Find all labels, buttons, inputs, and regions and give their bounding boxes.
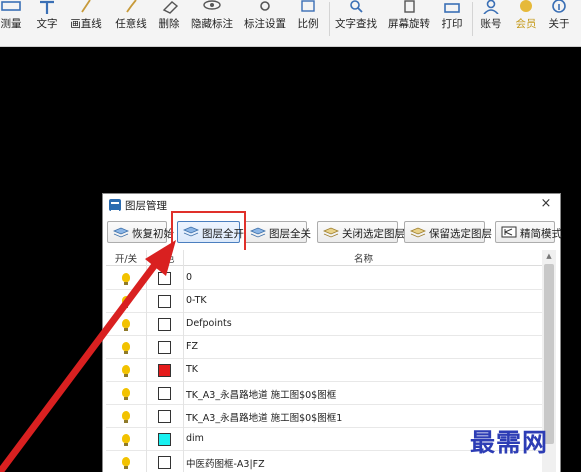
print-button[interactable]: 打印	[438, 0, 466, 40]
delete-button[interactable]: 删除	[155, 0, 183, 40]
user-icon	[483, 0, 499, 14]
text-icon	[40, 0, 54, 14]
ruler-icon	[1, 1, 21, 11]
layer-name: Defpoints	[186, 318, 232, 329]
hide-annotations-button[interactable]: 隐藏标注	[190, 0, 234, 40]
layer-name: FZ	[186, 341, 198, 352]
lightbulb-on-icon[interactable]	[122, 434, 130, 446]
draw-line-button[interactable]: 画直线	[68, 0, 104, 40]
layer-color-swatch[interactable]	[158, 364, 171, 377]
layers-icon	[250, 227, 266, 238]
lightbulb-on-icon[interactable]	[122, 342, 130, 354]
eye-icon	[203, 0, 221, 10]
table-row[interactable]: FZ	[106, 336, 543, 359]
vip-icon	[520, 0, 532, 12]
text-button[interactable]: 文字	[33, 0, 61, 40]
layer-color-swatch[interactable]	[158, 272, 171, 285]
keep-selected-layers-button[interactable]: 保留选定图层	[404, 221, 492, 243]
simple-mode-button[interactable]: 精简模式	[495, 221, 562, 243]
table-row[interactable]: TK_A3_永昌路地道 施工图$0$图框	[106, 382, 543, 405]
restore-default-button[interactable]: 恢复初始	[107, 221, 174, 243]
layer-name: TK_A3_永昌路地道 施工图$0$图框	[186, 390, 337, 401]
account-button[interactable]: 账号	[477, 0, 505, 40]
scale-button[interactable]: 比例	[294, 0, 322, 40]
lightbulb-on-icon[interactable]	[122, 319, 130, 331]
watermark-text: 最需网	[470, 428, 549, 457]
layer-color-swatch[interactable]	[158, 410, 171, 423]
toolbar-separator	[472, 2, 473, 36]
layers-icon	[410, 227, 426, 238]
highlight-annotation-box	[171, 211, 246, 252]
freehand-line-icon	[126, 0, 137, 13]
lightbulb-on-icon[interactable]	[122, 296, 130, 308]
column-header-name[interactable]: 名称	[184, 251, 543, 265]
scroll-thumb[interactable]	[544, 264, 554, 444]
close-selected-layers-button[interactable]: 关闭选定图层	[317, 221, 405, 243]
lightbulb-on-icon[interactable]	[122, 388, 130, 400]
layer-color-swatch[interactable]	[158, 433, 171, 446]
rotate-screen-icon	[404, 0, 415, 13]
layers-icon	[323, 227, 339, 238]
table-row[interactable]: TK	[106, 359, 543, 382]
layer-name: dim	[186, 433, 204, 444]
layer-color-swatch[interactable]	[158, 456, 171, 469]
annotation-settings-button[interactable]: 标注设置	[243, 0, 287, 40]
column-header-color[interactable]: 颜色	[147, 251, 183, 265]
lightbulb-on-icon[interactable]	[122, 273, 130, 285]
table-row[interactable]: 0	[106, 267, 543, 290]
all-layers-off-button[interactable]: 图层全关	[244, 221, 311, 243]
layer-color-swatch[interactable]	[158, 341, 171, 354]
simple-mode-icon	[501, 226, 517, 238]
settings-icon	[260, 1, 270, 11]
column-divider	[146, 250, 147, 472]
printer-icon	[444, 3, 460, 13]
text-search-button[interactable]: 文字查找	[333, 0, 379, 40]
layer-name: 0-TK	[186, 295, 207, 306]
vip-button[interactable]: 会员	[512, 0, 540, 40]
layer-name: TK	[186, 364, 199, 375]
layer-name: 0	[186, 272, 193, 283]
layer-color-swatch[interactable]	[158, 318, 171, 331]
layer-name: 中医药图框-A3|FZ	[186, 459, 265, 470]
dialog-title: 图层管理	[125, 200, 167, 212]
column-divider	[183, 250, 184, 472]
measure-button[interactable]: 测量	[0, 0, 28, 40]
search-text-icon	[350, 0, 363, 13]
layers-app-icon	[109, 199, 121, 212]
layer-color-swatch[interactable]	[158, 295, 171, 308]
lightbulb-on-icon[interactable]	[122, 411, 130, 423]
main-toolbar: 测量 文字 画直线 任意线 删除 隐藏标注 标注设置 比例 文字查找 屏幕旋转 …	[0, 0, 581, 47]
freehand-line-button[interactable]: 任意线	[113, 0, 149, 40]
table-row[interactable]: 0-TK	[106, 290, 543, 313]
scale-icon	[301, 0, 315, 12]
rotate-screen-button[interactable]: 屏幕旋转	[386, 0, 432, 40]
scroll-up-arrow-icon[interactable]: ▲	[542, 250, 556, 262]
table-header: 开/关 颜色 名称	[106, 250, 543, 266]
eraser-icon	[162, 1, 179, 14]
about-button[interactable]: 关于	[545, 0, 573, 40]
close-button[interactable]: ×	[538, 196, 554, 212]
layers-icon	[113, 227, 129, 238]
lightbulb-on-icon[interactable]	[122, 365, 130, 377]
toolbar-separator	[329, 2, 330, 36]
line-icon	[81, 0, 91, 13]
info-icon	[552, 0, 566, 13]
lightbulb-on-icon[interactable]	[122, 457, 130, 469]
layer-name: TK_A3_永昌路地道 施工图$0$图框1	[186, 413, 343, 424]
table-row[interactable]: Defpoints	[106, 313, 543, 336]
layer-color-swatch[interactable]	[158, 387, 171, 400]
column-header-onoff[interactable]: 开/关	[106, 251, 146, 265]
